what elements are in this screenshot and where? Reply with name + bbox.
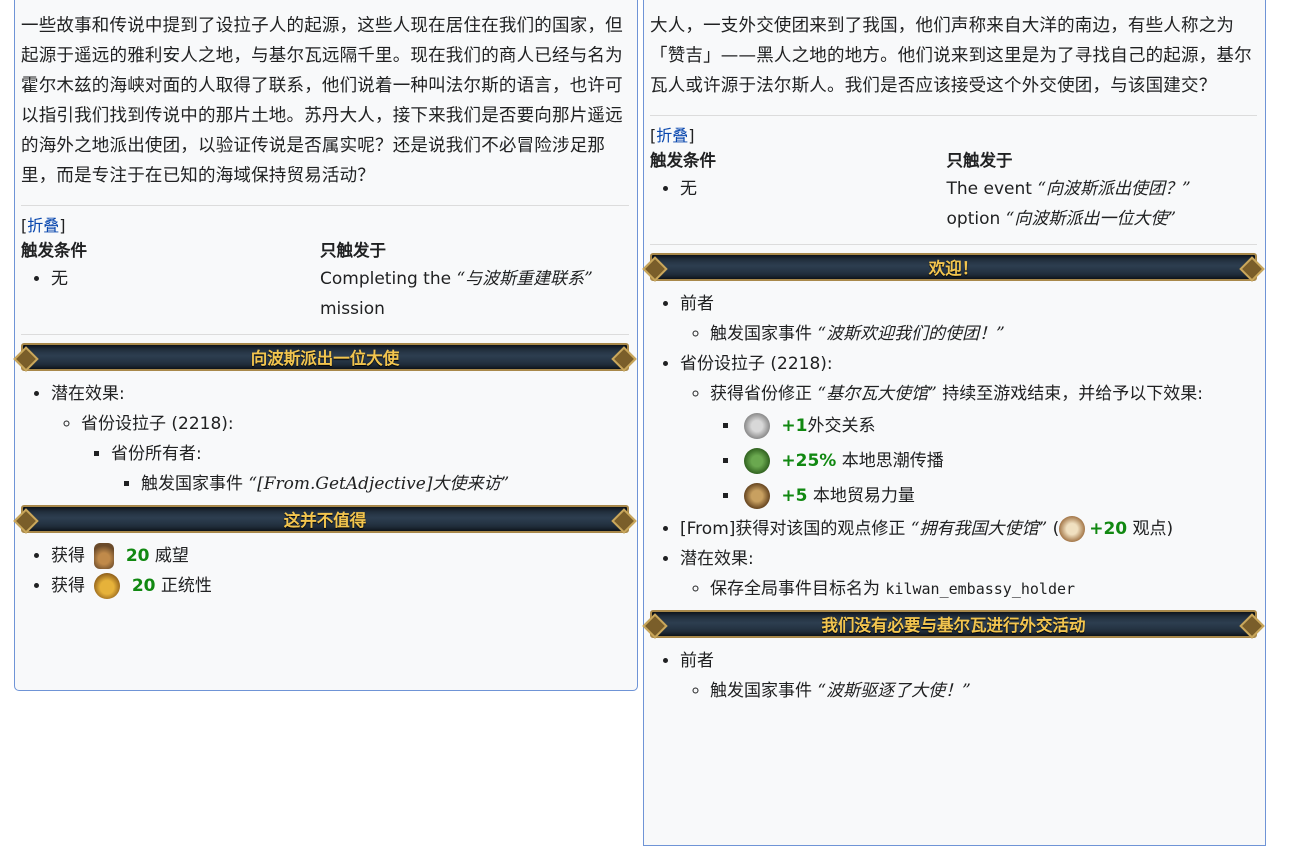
trigger-value: 无 — [680, 174, 947, 204]
opinion-name: “拥有我国大使馆” — [910, 519, 1048, 539]
collapse-toggle: [折叠] — [21, 216, 66, 235]
option-effects: 前者 触发国家事件 “波斯欢迎我们的使团！” 省份设拉子 (2218): 获得省… — [650, 289, 1257, 604]
trigger-value: 无 — [51, 264, 320, 294]
collapse-link[interactable]: 折叠 — [27, 216, 59, 235]
trigger-title: 触发条件 — [21, 241, 87, 260]
event-panel-right: 大人，一支外交使团来到了我国，他们声称来自大洋的南边，有些人称之为「赞吉」——黑… — [642, 0, 1266, 846]
modifier-name: “基尔瓦大使馆” — [817, 384, 937, 404]
option-banner: 这并不值得 — [13, 505, 637, 534]
diplomatic-relations-icon — [744, 413, 770, 439]
event-name: “波斯欢迎我们的使团！” — [817, 324, 1005, 344]
event-target-code: kilwan_embassy_holder — [885, 580, 1076, 598]
event-description: 大人，一支外交使团来到了我国，他们声称来自大洋的南边，有些人称之为「赞吉」——黑… — [650, 16, 1252, 96]
opinion-icon — [1059, 516, 1086, 542]
legitimacy-icon — [94, 573, 121, 599]
divider — [650, 115, 1257, 116]
option-effects: 前者 触发国家事件 “波斯驱逐了大使！” — [650, 646, 1257, 706]
prestige-icon — [94, 543, 115, 569]
trade-power-icon — [744, 483, 770, 509]
divider — [21, 205, 629, 206]
option-banner: 欢迎！ — [642, 253, 1265, 282]
only-text: Completing the “与波斯重建联系” mission — [320, 269, 593, 319]
event-name: “[From.GetAdjective]大使来访” — [248, 474, 510, 494]
option-effects: 获得 20 威望 获得 20 正统性 — [21, 541, 629, 601]
divider — [650, 244, 1257, 245]
conditions-row: 触发条件 无 只触发于 Completing the “与波斯重建联系” mis… — [21, 238, 629, 324]
option-effects: 潜在效果: 省份设拉子 (2218): 省份所有者: 触发国家事件 “[From… — [21, 379, 629, 499]
divider — [21, 334, 629, 335]
event-panel-left: 一些故事和传说中提到了设拉子人的起源，这些人现在居住在我们的国家，但起源于遥远的… — [13, 0, 638, 691]
only-title: 只触发于 — [946, 151, 1013, 170]
conditions-row: 触发条件 无 只触发于 The event “向波斯派出使团？” option … — [650, 148, 1257, 234]
only-text: The event “向波斯派出使团？” option “向波斯派出一位大使” — [946, 179, 1191, 229]
mission-name: “与波斯重建联系” — [456, 269, 593, 289]
idea-spread-icon — [744, 448, 770, 474]
option-banner: 我们没有必要与基尔瓦进行外交活动 — [642, 610, 1265, 639]
option-banner: 向波斯派出一位大使 — [13, 343, 637, 372]
only-title: 只触发于 — [320, 241, 386, 260]
event-name: “向波斯派出使团？” — [1037, 179, 1191, 199]
collapse-link[interactable]: 折叠 — [656, 126, 688, 145]
trigger-title: 触发条件 — [650, 151, 716, 170]
collapse-toggle: [折叠] — [650, 126, 695, 145]
event-name: “波斯驱逐了大使！” — [817, 681, 971, 701]
event-description: 一些故事和传说中提到了设拉子人的起源，这些人现在居住在我们的国家，但起源于遥远的… — [21, 16, 623, 186]
option-name: “向波斯派出一位大使” — [1005, 209, 1177, 229]
